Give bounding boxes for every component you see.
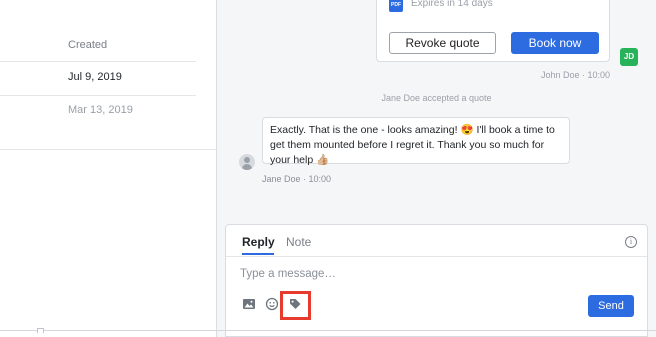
tag-icon-highlight xyxy=(280,291,311,320)
revoke-quote-button[interactable]: Revoke quote xyxy=(389,32,496,54)
bottom-divider xyxy=(0,330,656,331)
system-message: Jane Doe accepted a quote xyxy=(381,93,492,103)
resize-handle[interactable] xyxy=(37,328,44,333)
tab-divider xyxy=(226,256,647,257)
message-input[interactable] xyxy=(240,265,635,283)
app-window: Created Jul 9, 2019 Mar 13, 2019 PDF Exp… xyxy=(0,0,656,337)
section-divider xyxy=(0,149,217,150)
quote-expiry: Expires in 14 days xyxy=(411,0,493,9)
customer-message-bubble: Exactly. That is the one - looks amazing… xyxy=(262,117,570,166)
book-now-button[interactable]: Book now xyxy=(511,32,599,54)
quote-card: PDF Expires in 14 days Revoke quote Book… xyxy=(376,0,610,62)
tab-note[interactable]: Note xyxy=(286,235,311,249)
image-icon[interactable] xyxy=(242,297,256,311)
agent-message-meta: John Doe · 10:00 xyxy=(540,70,610,80)
row-divider xyxy=(0,95,196,96)
customer-avatar-icon xyxy=(239,154,255,170)
pdf-icon[interactable]: PDF xyxy=(389,0,403,12)
row-divider xyxy=(0,61,196,62)
agent-avatar: JD xyxy=(620,48,638,66)
created-column-header[interactable]: Created xyxy=(68,39,107,51)
send-button[interactable]: Send xyxy=(588,295,634,317)
conversation-pane: PDF Expires in 14 days Revoke quote Book… xyxy=(217,0,656,337)
table-row-date[interactable]: Mar 13, 2019 xyxy=(68,104,133,116)
tab-reply[interactable]: Reply xyxy=(242,235,275,249)
table-row-date[interactable]: Jul 9, 2019 xyxy=(68,71,122,83)
customer-message-meta: Jane Doe · 10:00 xyxy=(262,174,332,184)
info-icon[interactable]: i xyxy=(625,236,637,248)
emoji-icon[interactable] xyxy=(265,297,279,311)
message-composer: Reply Note i Type a message… Send xyxy=(225,224,648,337)
active-tab-indicator xyxy=(242,253,274,255)
conversation-list-pane: Created Jul 9, 2019 Mar 13, 2019 xyxy=(0,0,217,337)
